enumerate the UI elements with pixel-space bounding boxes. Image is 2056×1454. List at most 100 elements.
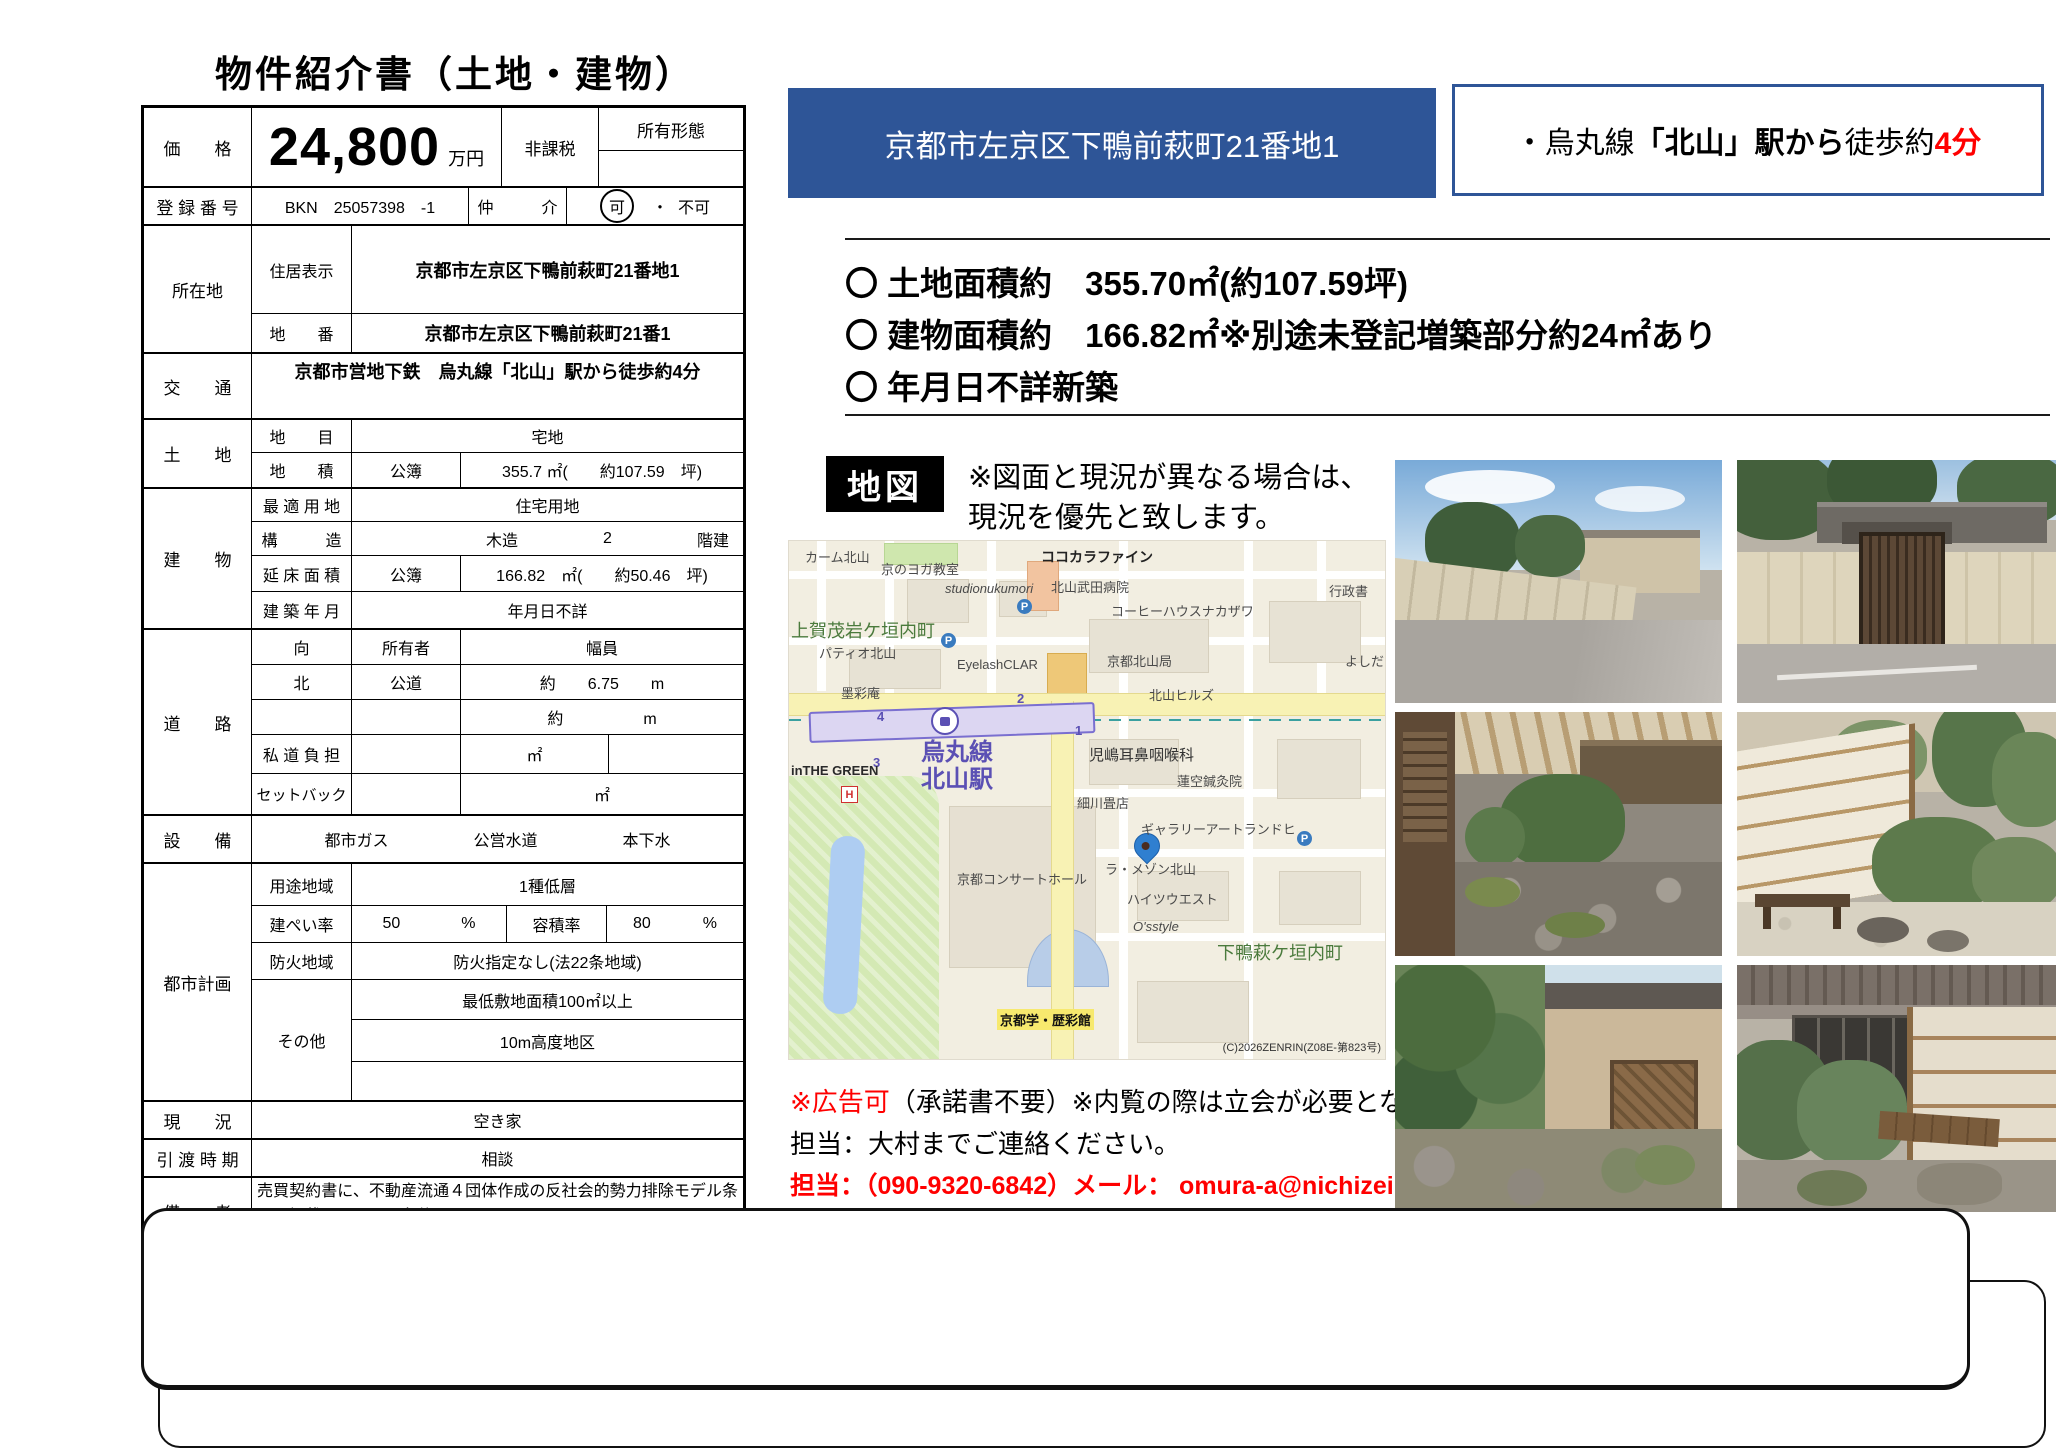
road-row1-width: 約 6.75 m [461, 665, 743, 699]
station-line-name: 烏丸線 [897, 739, 1017, 766]
far-value: 80 [633, 915, 651, 933]
map-street [1071, 849, 1386, 857]
land-area-label: 地 積 [252, 453, 352, 487]
highlights-list: 〇 土地面積約 355.70㎡(約107.59坪) 〇 建物面積約 166.82… [845, 258, 1717, 414]
handover-value: 相談 [252, 1140, 743, 1176]
divider-bottom [845, 414, 2050, 416]
agency-choice-cell: 可 ・ 不可 [567, 188, 743, 224]
property-flyer-page: 物件紹介書（土地・建物） 価 格 24,800 万円 非課税 所有形態 [0, 0, 2056, 1454]
station-walk: 徒歩約 [1845, 118, 1935, 162]
facilities-water: 公営水道 [473, 827, 537, 851]
price-label: 価 格 [144, 108, 252, 186]
facilities-values: 都市ガス 公営水道 本下水 [252, 816, 743, 862]
structure-material: 木造 [486, 527, 518, 551]
building-use-value: 住宅用地 [352, 489, 743, 521]
building-label: 建 物 [144, 489, 252, 628]
ownership-value [599, 151, 743, 186]
parking-icon: P [1017, 599, 1032, 614]
contact-phone-email: 担当：（090-9320-6842）メール： omura-a@nichizei.… [790, 1166, 1452, 1202]
setback-label: セットバック [252, 774, 352, 814]
divider-top [845, 238, 2050, 240]
map-label: 京のヨガ教室 [881, 559, 959, 578]
station-exit-4: 4 [877, 709, 884, 724]
map-disclaimer-line1: ※図面と現況が異なる場合は、 [968, 458, 1369, 498]
ad-permission-red: ※広告可 [790, 1087, 890, 1117]
ownership-cell: 所有形態 [599, 108, 743, 186]
tax-status: 非課税 [502, 108, 599, 186]
location-map[interactable]: 2 4 1 3 P P P H カーム北山 京のヨガ教室 studionukum… [788, 540, 1386, 1060]
table-row: 登 録 番 号 BKN 25057398 -1 仲 介 可 ・ 不可 [144, 188, 743, 226]
far-value-cell: 80 % [607, 906, 743, 942]
contact-person-note: 担当：大村までご連絡ください。 [790, 1124, 1180, 1161]
map-district-label: 下鴨萩ケ垣内町 [1217, 939, 1343, 965]
photo-garden-pine [1395, 965, 1722, 1212]
road-row2-direction [252, 700, 352, 734]
lot-label: 地 番 [252, 314, 352, 352]
property-spec-table: 価 格 24,800 万円 非課税 所有形態 登 録 番 号 [141, 105, 746, 1247]
map-district-label: 上賀茂岩ケ垣内町 [791, 617, 935, 643]
map-disclaimer: ※図面と現況が異なる場合は、 現況を優先と致します。 [968, 458, 1369, 538]
table-row: 引 渡 時 期 相談 [144, 1140, 743, 1178]
built-date-label: 建 築 年 月 [252, 592, 352, 628]
other-label: その他 [252, 980, 352, 1100]
land-category-value: 宅地 [352, 420, 743, 452]
registration-label: 登 録 番 号 [144, 188, 252, 224]
map-label: 北山ヒルズ [1149, 685, 1214, 704]
agency-ng: 不可 [678, 194, 710, 218]
train-station-icon [931, 707, 959, 735]
address-banner: 京都市左京区下鴨前萩町21番地1 [788, 88, 1436, 198]
road-row2-owner [352, 700, 461, 734]
facilities-label: 設 備 [144, 816, 252, 862]
road-width-header: 幅員 [461, 630, 743, 664]
map-label: 細川畳店 [1077, 793, 1129, 812]
lot-value: 京都市左京区下鴨前萩町21番1 [352, 314, 743, 352]
map-building-gold [1047, 653, 1087, 697]
station-prefix: ・烏丸線 [1515, 118, 1635, 162]
coverage-label: 建ぺい率 [252, 906, 352, 942]
private-road-label: 私 道 負 担 [252, 735, 352, 773]
map-label: 行政書 [1329, 581, 1368, 600]
map-copyright: (C)2026ZENRIN(Z08E-第823号) [1223, 1039, 1381, 1055]
table-row: 所在地 住居表示 京都市左京区下鴨前萩町21番地1 地 番 京都市左京区下鴨前萩… [144, 226, 743, 354]
other-value-3 [352, 1062, 743, 1100]
status-value: 空き家 [252, 1102, 743, 1138]
other-value-1: 最低敷地面積100㎡以上 [352, 980, 743, 1020]
map-label: inTHE GREEN [791, 763, 878, 778]
map-label: 墨彩庵 [841, 683, 880, 702]
structure-floors: 2 [603, 530, 612, 548]
land-area-register: 公簿 [352, 453, 461, 487]
map-title-badge: 地図 [826, 456, 944, 512]
map-label: studionukumori [945, 581, 1033, 596]
map-label: O'sstyle [1133, 919, 1179, 934]
address-label: 所在地 [144, 226, 252, 352]
station-exit-2: 2 [1017, 691, 1024, 706]
map-park-area [789, 776, 939, 1060]
table-row: 土 地 地 目 宅地 地 積 公簿 355.7 ㎡( 約107.59 坪) [144, 420, 743, 489]
far-label: 容積率 [507, 906, 607, 942]
highlight-item-1: 〇 土地面積約 355.70㎡(約107.59坪) [845, 258, 1717, 310]
fire-value: 防火指定なし(法22条地域) [352, 943, 743, 979]
map-building [1137, 981, 1249, 1043]
price-value-cell: 24,800 万円 [252, 108, 502, 186]
map-label: 京都北山局 [1107, 651, 1172, 670]
coverage-value-cell: 50 % [352, 906, 507, 942]
floor-area-value: 166.82 ㎡( 約50.46 坪) [461, 556, 743, 591]
hotel-icon: H [841, 786, 858, 803]
floor-area-register: 公簿 [352, 556, 461, 591]
map-label: ココカラファイン [1041, 547, 1153, 567]
station-exit-1: 1 [1075, 723, 1082, 738]
residence-label: 住居表示 [252, 226, 352, 313]
table-row: 価 格 24,800 万円 非課税 所有形態 [144, 108, 743, 188]
built-date-value: 年月日不詳 [352, 592, 743, 628]
map-label: コーヒーハウスナカザワ [1111, 601, 1254, 620]
private-road-unit: ㎡ [461, 735, 609, 773]
residence-value: 京都市左京区下鴨前萩町21番地1 [352, 226, 743, 313]
map-building [1279, 871, 1361, 925]
price-unit: 万円 [448, 145, 484, 171]
map-label: カーム北山 [805, 547, 870, 566]
map-label: 北山武田病院 [1051, 577, 1129, 596]
road-row1-direction: 北 [252, 665, 352, 699]
access-value: 京都市営地下鉄 烏丸線「北山」駅から徒歩約4分 [252, 354, 743, 418]
fire-label: 防火地域 [252, 943, 352, 979]
other-values: 最低敷地面積100㎡以上 10m高度地区 [352, 980, 743, 1100]
